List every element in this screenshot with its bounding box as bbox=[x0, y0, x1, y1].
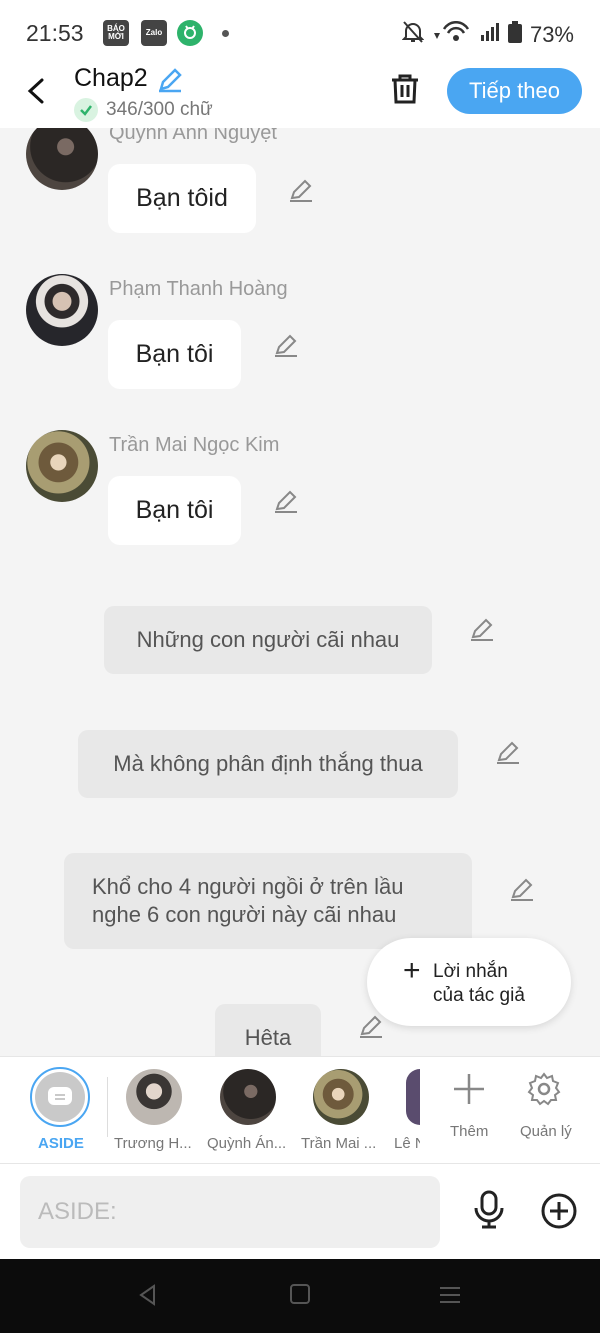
chat-bubble-icon bbox=[35, 1072, 85, 1122]
battery-icon bbox=[507, 21, 522, 49]
plus-icon: + bbox=[403, 954, 421, 987]
character-avatar[interactable] bbox=[406, 1069, 420, 1125]
character-label: Trương H... bbox=[114, 1135, 192, 1152]
aside-bubble[interactable]: Khổ cho 4 người ngồi ở trên lầu nghe 6 c… bbox=[64, 853, 472, 949]
baomoi-app-icon: BÁO MỚI bbox=[103, 20, 129, 46]
system-nav-bar bbox=[0, 1259, 600, 1333]
aside-line: nghe 6 con người này cãi nhau bbox=[92, 902, 397, 927]
character-name: Phạm Thanh Hoàng bbox=[109, 278, 288, 300]
divider bbox=[107, 1077, 108, 1137]
edit-pencil-icon[interactable] bbox=[509, 877, 535, 903]
character-name: Quỳnh Anh Nguyệt bbox=[109, 128, 277, 144]
dialogue-bubble[interactable]: Bạn tôi bbox=[108, 320, 241, 389]
microphone-icon[interactable] bbox=[472, 1190, 506, 1235]
character-avatar[interactable] bbox=[220, 1069, 276, 1125]
trash-icon[interactable] bbox=[388, 72, 422, 111]
edit-pencil-icon[interactable] bbox=[273, 333, 299, 359]
wifi-icon bbox=[432, 20, 472, 49]
avatar[interactable] bbox=[26, 128, 98, 190]
author-note-line: Lời nhắn bbox=[433, 961, 508, 982]
aside-bubble[interactable]: Những con người cãi nhau bbox=[104, 606, 432, 674]
character-name: Trần Mai Ngọc Kim bbox=[109, 434, 280, 456]
back-nav-icon[interactable] bbox=[136, 1283, 160, 1312]
word-count-text: 346/300 chữ bbox=[106, 99, 213, 120]
check-icon bbox=[74, 98, 98, 122]
chevron-left-icon bbox=[27, 78, 44, 104]
author-note-button[interactable]: + Lời nhắn của tác giả bbox=[367, 938, 571, 1026]
character-label: Lê N bbox=[394, 1135, 420, 1152]
green-app-icon bbox=[177, 20, 203, 46]
aside-line: Khổ cho 4 người ngồi ở trên lầu bbox=[92, 874, 404, 899]
gear-icon[interactable] bbox=[526, 1071, 562, 1112]
zalo-app-icon: Zalo bbox=[141, 20, 167, 46]
battery-percent: 73% bbox=[529, 22, 574, 47]
author-note-label: Lời nhắn của tác giả bbox=[433, 960, 525, 1008]
status-time: 21:53 bbox=[26, 20, 84, 46]
edit-pencil-icon[interactable] bbox=[273, 489, 299, 515]
edit-pencil-icon[interactable] bbox=[358, 1014, 384, 1040]
character-avatar[interactable] bbox=[313, 1069, 369, 1125]
bell-off-icon bbox=[401, 20, 425, 50]
menu-nav-icon[interactable] bbox=[438, 1283, 462, 1312]
add-character-label[interactable]: Thêm bbox=[450, 1123, 488, 1140]
avatar[interactable] bbox=[26, 430, 98, 502]
edit-pencil-icon[interactable] bbox=[495, 740, 521, 766]
avatar[interactable] bbox=[26, 274, 98, 346]
add-character-icon[interactable] bbox=[452, 1071, 486, 1116]
manage-label[interactable]: Quản lý bbox=[520, 1123, 572, 1140]
chapter-title: Chap2 bbox=[74, 64, 148, 92]
character-bar: ASIDE Trương H... Quỳnh Án... Trần Mai .… bbox=[0, 1056, 600, 1164]
edit-title-icon[interactable] bbox=[156, 66, 184, 99]
input-bar bbox=[0, 1164, 600, 1259]
aside-bubble[interactable]: Hêta bbox=[215, 1004, 321, 1056]
status-bar: 21:53 BÁO MỚI Zalo 73% bbox=[0, 0, 600, 62]
character-label: Quỳnh Án... bbox=[207, 1135, 287, 1152]
next-button[interactable]: Tiếp theo bbox=[447, 68, 582, 114]
character-label: Trần Mai ... bbox=[301, 1135, 377, 1152]
aside-label: ASIDE bbox=[38, 1135, 84, 1152]
dialogue-bubble[interactable]: Bạn tôi bbox=[108, 476, 241, 545]
add-circle-icon[interactable] bbox=[540, 1192, 578, 1235]
message-input[interactable] bbox=[20, 1176, 440, 1248]
notification-dot bbox=[222, 30, 229, 37]
status-right: 73% bbox=[401, 20, 574, 50]
aside-selector[interactable] bbox=[30, 1067, 90, 1127]
character-avatar[interactable] bbox=[126, 1069, 182, 1125]
word-count: 346/300 chữ bbox=[74, 98, 213, 122]
signal-icon bbox=[480, 22, 500, 48]
author-note-line: của tác giả bbox=[433, 985, 525, 1006]
chat-area[interactable]: Quỳnh Anh Nguyệt Bạn tôid Phạm Thanh Hoà… bbox=[0, 128, 600, 1056]
home-nav-icon[interactable] bbox=[289, 1283, 311, 1310]
back-button[interactable] bbox=[22, 74, 52, 108]
aside-bubble[interactable]: Mà không phân định thắng thua bbox=[78, 730, 458, 798]
edit-pencil-icon[interactable] bbox=[469, 617, 495, 643]
edit-pencil-icon[interactable] bbox=[288, 178, 314, 204]
dialogue-bubble[interactable]: Bạn tôid bbox=[108, 164, 256, 233]
editor-header: Chap2 346/300 chữ Tiếp theo bbox=[0, 62, 600, 128]
